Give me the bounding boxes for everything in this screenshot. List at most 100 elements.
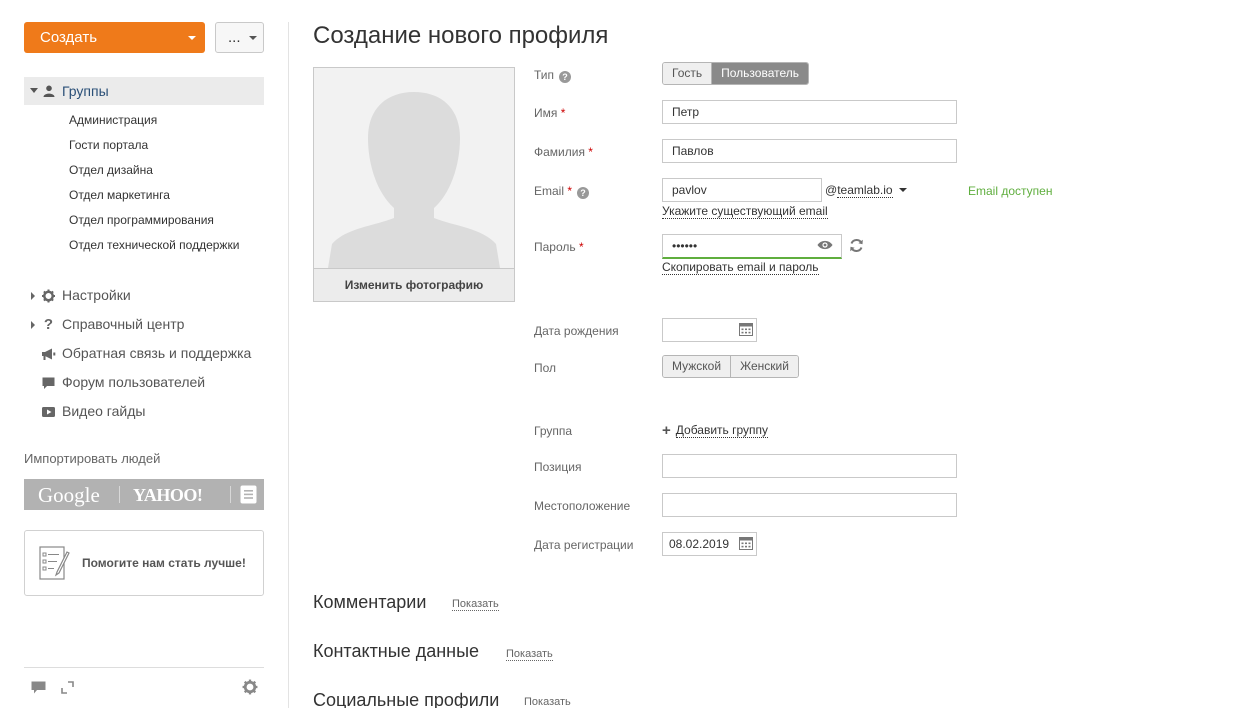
comments-show-link[interactable]: Показать — [452, 598, 499, 611]
change-photo-button[interactable]: Изменить фотографию — [314, 268, 514, 301]
page-title: Создание нового профиля — [313, 22, 609, 49]
show-password-icon[interactable] — [817, 239, 833, 251]
plus-icon: + — [662, 422, 671, 439]
password-label: Пароль * — [534, 240, 584, 254]
sidebar-item-settings[interactable]: Настройки — [24, 286, 264, 306]
birthdate-label: Дата рождения — [534, 324, 619, 338]
email-domain-select[interactable]: @teamlab.io — [825, 183, 907, 198]
sidebar-item-feedback[interactable]: Обратная связь и поддержка — [24, 344, 264, 364]
type-toggle: Гость Пользователь — [662, 62, 809, 85]
generate-password-icon[interactable] — [849, 238, 864, 253]
chevron-down-icon — [188, 36, 196, 40]
social-show-link[interactable]: Показать — [524, 696, 571, 708]
sidebar-subitem-support[interactable]: Отдел технической поддержки — [69, 238, 239, 252]
video-play-icon — [42, 407, 55, 417]
sidebar-item-label: Справочный центр — [62, 316, 185, 332]
import-yahoo-button[interactable]: YAHOO! — [133, 485, 203, 506]
sidebar-item-groups[interactable]: Группы — [24, 77, 264, 105]
type-label-text: Тип — [534, 68, 555, 82]
existing-email-link[interactable]: Укажите существующий email — [662, 204, 828, 219]
calendar-icon[interactable] — [739, 322, 753, 336]
location-label: Местоположение — [534, 499, 631, 513]
question-icon: ? — [43, 316, 54, 333]
create-button[interactable]: Создать — [24, 22, 205, 53]
import-bar: Google YAHOO! — [24, 479, 264, 510]
gender-toggle: Мужской Женский — [662, 355, 799, 378]
email-label: Email *? — [534, 184, 590, 199]
position-input[interactable] — [662, 454, 957, 478]
sidebar-subitem-portal-guests[interactable]: Гости портала — [69, 138, 148, 152]
required-marker: * — [560, 106, 566, 120]
sidebar-item-video-guides[interactable]: Видео гайды — [24, 402, 264, 422]
chevron-down-icon[interactable] — [898, 188, 907, 192]
expand-triangle-icon[interactable] — [31, 292, 35, 300]
expand-icon[interactable] — [61, 681, 74, 694]
last-name-input[interactable]: Павлов — [662, 139, 957, 163]
create-button-label: Создать — [40, 29, 98, 46]
expand-triangle-icon[interactable] — [30, 88, 38, 93]
location-input[interactable] — [662, 493, 957, 517]
chevron-down-icon — [249, 36, 257, 40]
sidebar-item-help-center[interactable]: ? Справочный центр — [24, 315, 264, 335]
last-name-label: Фамилия * — [534, 145, 593, 159]
sidebar-footer — [24, 667, 264, 708]
feedback-banner[interactable]: Помогите нам стать лучше! — [24, 530, 264, 596]
password-input[interactable]: •••••• — [662, 234, 842, 259]
chat-icon[interactable] — [31, 681, 46, 694]
first-name-input[interactable]: Петр — [662, 100, 957, 124]
sidebar: Создать ... Группы Администрация Гости п… — [24, 0, 264, 708]
avatar-placeholder-icon — [314, 68, 514, 268]
gear-icon[interactable] — [242, 679, 258, 695]
import-file-icon[interactable] — [240, 485, 257, 504]
sidebar-item-label: Форум пользователей — [62, 374, 206, 390]
contacts-section-title: Контактные данные — [313, 641, 480, 661]
divider — [230, 486, 231, 503]
help-icon[interactable]: ? — [577, 187, 590, 199]
sidebar-item-label: Видео гайды — [62, 403, 146, 419]
sidebar-subitem-design[interactable]: Отдел дизайна — [69, 163, 153, 177]
gender-option-male[interactable]: Мужской — [663, 356, 732, 377]
more-actions-label: ... — [228, 29, 241, 46]
regdate-label: Дата регистрации — [534, 538, 634, 552]
group-label: Группа — [534, 424, 573, 438]
copy-credentials-link[interactable]: Скопировать email и пароль — [662, 260, 819, 275]
email-status: Email доступен — [968, 184, 1053, 198]
comments-section-title: Комментарии — [313, 592, 427, 612]
sidebar-subitem-administration[interactable]: Администрация — [69, 113, 157, 127]
calendar-icon[interactable] — [739, 536, 753, 550]
add-group-link[interactable]: + Добавить группу — [662, 422, 769, 439]
sidebar-item-label: Обратная связь и поддержка — [62, 345, 252, 361]
type-label: Тип? — [534, 68, 572, 83]
profile-photo: Изменить фотографию — [313, 67, 515, 302]
email-domain-value[interactable]: teamlab.io — [837, 183, 893, 198]
first-name-label: Имя * — [534, 106, 565, 120]
add-group-text: Добавить группу — [675, 423, 769, 438]
expand-triangle-icon[interactable] — [31, 321, 35, 329]
gear-icon — [42, 289, 55, 303]
sidebar-subitem-programming[interactable]: Отдел программирования — [69, 213, 214, 227]
feedback-banner-label: Помогите нам стать лучше! — [82, 556, 246, 570]
help-icon[interactable]: ? — [559, 71, 572, 83]
contacts-show-link[interactable]: Показать — [506, 648, 553, 661]
sidebar-divider — [288, 22, 289, 708]
required-marker: * — [578, 240, 584, 254]
speech-bubble-icon — [42, 377, 55, 389]
megaphone-icon — [42, 348, 56, 360]
sidebar-item-forum[interactable]: Форум пользователей — [24, 373, 264, 393]
divider — [119, 486, 120, 503]
required-marker: * — [588, 145, 593, 159]
import-people-label: Импортировать людей — [24, 451, 161, 466]
gender-option-female[interactable]: Женский — [731, 356, 798, 377]
first-name-label-text: Имя — [534, 106, 558, 120]
person-icon — [43, 85, 55, 97]
import-google-button[interactable]: Google — [38, 483, 100, 508]
sidebar-subitem-marketing[interactable]: Отдел маркетинга — [69, 188, 170, 202]
sidebar-item-label: Настройки — [62, 287, 131, 303]
email-input[interactable]: pavlov — [662, 178, 822, 202]
gender-label: Пол — [534, 361, 557, 375]
email-at-sign: @ — [825, 183, 838, 197]
social-section-title: Социальные профили — [313, 690, 500, 708]
more-actions-button[interactable]: ... — [215, 22, 264, 53]
type-option-guest[interactable]: Гость — [663, 63, 713, 84]
type-option-user[interactable]: Пользователь — [712, 63, 808, 84]
